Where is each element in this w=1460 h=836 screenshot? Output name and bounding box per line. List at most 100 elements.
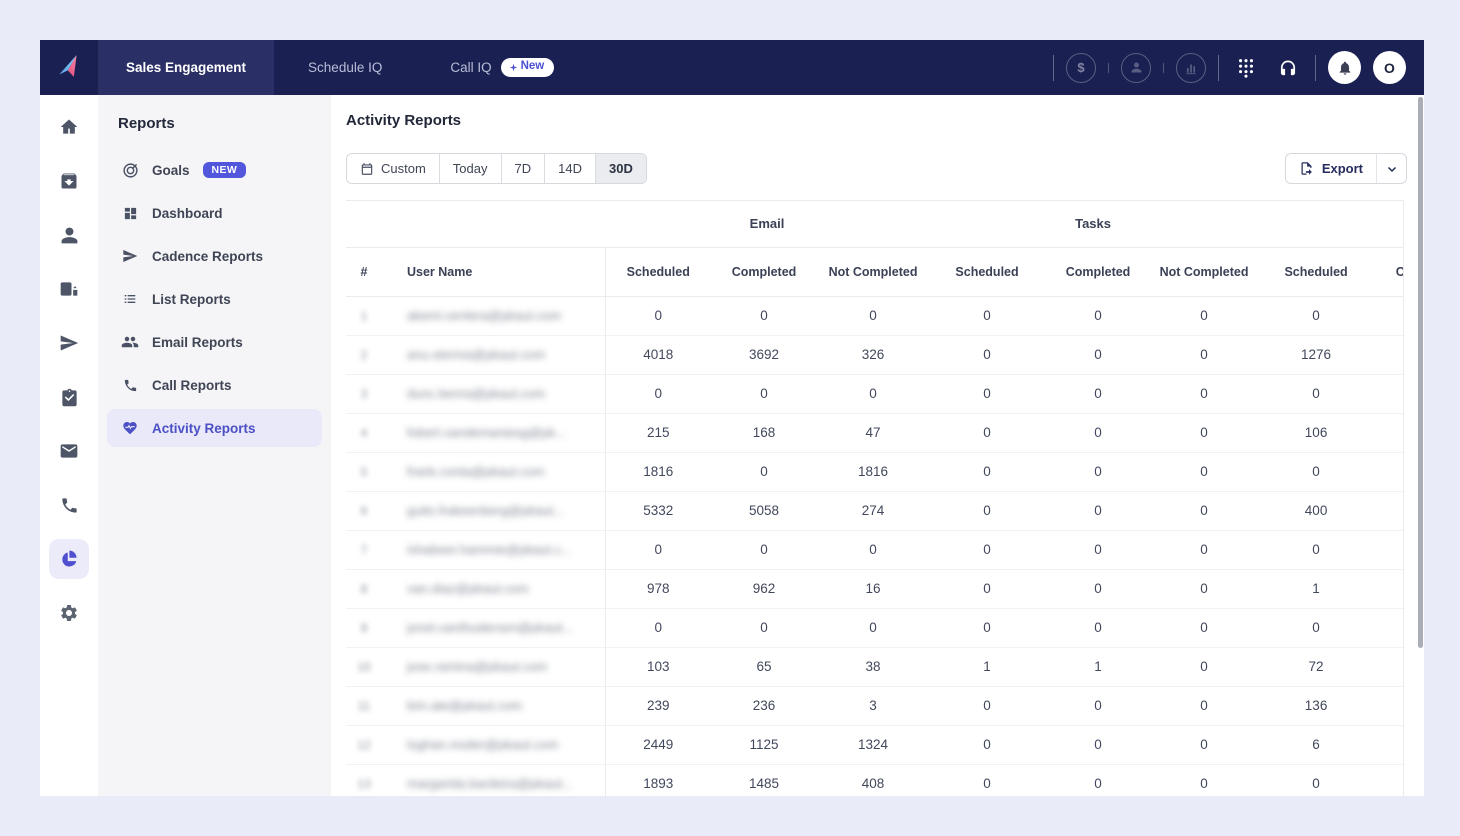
rail-emails-button[interactable] (49, 431, 89, 471)
page-title: Activity Reports (346, 112, 461, 129)
row-number-cell: 11 (346, 686, 382, 725)
filter-14d-button[interactable]: 14D (545, 154, 596, 183)
export-button[interactable]: Export (1286, 154, 1376, 183)
notifications-button[interactable] (1328, 51, 1361, 84)
user-avatar[interactable]: O (1373, 51, 1406, 84)
icon-rail-sidebar (40, 95, 98, 796)
metric-cell: 0 (817, 374, 929, 413)
metric-cell-clipped (1375, 530, 1404, 569)
user-name-cell: frank.conta@pkaut.com (382, 452, 605, 491)
top-navigation-bar: Sales Engagement Schedule IQ Call IQ New… (40, 40, 1424, 95)
user-email-blurred: van.diaz@pkaut.com (407, 581, 529, 596)
product-tab-schedule-iq[interactable]: Schedule IQ (274, 40, 416, 95)
metric-cell: 0 (1257, 452, 1375, 491)
user-email-blurred: loghan.moiler@pkaut.com (407, 737, 558, 752)
vertical-scrollbar[interactable] (1418, 97, 1423, 794)
metric-cell: 65 (711, 647, 817, 686)
rail-contacts-button[interactable] (49, 215, 89, 255)
scrollbar-thumb[interactable] (1418, 97, 1423, 648)
row-number-cell: 12 (346, 725, 382, 764)
profile-icon[interactable] (1121, 53, 1151, 83)
metric-cell: 0 (1045, 491, 1151, 530)
column-header: Completed (1045, 247, 1151, 296)
table-row: 5frank.conta@pkaut.com1816018160000 (346, 452, 1404, 491)
metric-cell: 0 (929, 608, 1045, 647)
row-number-cell: 6 (346, 491, 382, 530)
sidebar-item-call-reports[interactable]: Call Reports (107, 366, 322, 404)
user-email-blurred: akemi.venlera@pkaut.com (407, 308, 561, 323)
rail-cadences-button[interactable] (49, 323, 89, 363)
column-group-tasks: Tasks (929, 201, 1257, 247)
row-number-cell: 7 (346, 530, 382, 569)
date-filter-group: Custom Today 7D 14D 30D (346, 153, 647, 184)
heart-pulse-icon (121, 419, 139, 437)
metric-cell: 0 (711, 530, 817, 569)
sidebar-item-dashboard[interactable]: Dashboard (107, 194, 322, 232)
send-plane-icon (121, 247, 139, 265)
metric-cell: 0 (1151, 335, 1257, 374)
divider (1218, 55, 1219, 81)
sidebar-item-activity-reports[interactable]: Activity Reports (107, 409, 322, 447)
sidebar-item-goals[interactable]: Goals NEW (107, 151, 322, 189)
activity-report-table-container[interactable]: EmailTasks#User NameScheduledCompletedNo… (346, 200, 1404, 796)
row-number-blurred: 3 (361, 387, 368, 401)
row-number-cell: 5 (346, 452, 382, 491)
table-row: 6guito.frakeenberg@pkaut...5332505827400… (346, 491, 1404, 530)
filter-custom-button[interactable]: Custom (347, 154, 440, 183)
column-header: Scheduled (929, 247, 1045, 296)
filter-30d-button[interactable]: 30D (596, 154, 646, 183)
user-email-blurred: fobert.vandemaniesg@pk... (407, 425, 566, 440)
product-tab-call-iq[interactable]: Call IQ New (416, 40, 588, 95)
column-header: Completed (711, 247, 817, 296)
sidebar-item-cadence-reports[interactable]: Cadence Reports (107, 237, 322, 275)
metric-cell: 0 (929, 491, 1045, 530)
table-row: 3dunc.benra@pkaut.com0000000 (346, 374, 1404, 413)
sidebar-item-list-reports[interactable]: List Reports (107, 280, 322, 318)
metric-cell: 1485 (711, 764, 817, 796)
sparkle-icon (509, 63, 518, 72)
rail-tasks-button[interactable] (49, 377, 89, 417)
metric-cell: 0 (711, 452, 817, 491)
metric-cell: 0 (929, 725, 1045, 764)
rail-inbox-button[interactable] (49, 161, 89, 201)
headset-support-icon[interactable] (1273, 53, 1303, 83)
sidebar-item-label: Cadence Reports (152, 249, 263, 264)
rail-accounts-button[interactable] (49, 269, 89, 309)
filter-today-button[interactable]: Today (440, 154, 502, 183)
table-row: 2anu.sterma@pkaut.com401836923260001276 (346, 335, 1404, 374)
metric-cell-clipped (1375, 374, 1404, 413)
user-name-cell: kim.ate@pkaut.com (382, 686, 605, 725)
metric-cell: 0 (1257, 764, 1375, 796)
row-number-cell: 9 (346, 608, 382, 647)
dialpad-icon[interactable] (1231, 53, 1261, 83)
metric-cell: 1276 (1257, 335, 1375, 374)
row-number-cell: 1 (346, 296, 382, 335)
rail-calls-button[interactable] (49, 485, 89, 525)
rail-settings-button[interactable] (49, 593, 89, 633)
user-name-cell: ishabeer.hammie@pkaut.c... (382, 530, 605, 569)
metric-cell: 0 (711, 374, 817, 413)
paper-plane-logo-icon (54, 53, 84, 83)
metric-cell: 0 (1151, 764, 1257, 796)
metric-cell: 0 (817, 530, 929, 569)
filter-7d-button[interactable]: 7D (502, 154, 546, 183)
row-number-blurred: 7 (361, 543, 368, 557)
rail-reports-button[interactable] (49, 539, 89, 579)
user-name-cell: loghan.moiler@pkaut.com (382, 725, 605, 764)
analytics-icon[interactable] (1176, 53, 1206, 83)
rail-home-button[interactable] (49, 107, 89, 147)
metric-cell: 0 (1151, 413, 1257, 452)
phone-icon (121, 376, 139, 394)
metric-cell: 0 (1045, 608, 1151, 647)
metric-cell: 0 (1045, 452, 1151, 491)
app-logo[interactable] (40, 40, 98, 95)
metric-cell: 5058 (711, 491, 817, 530)
export-dropdown-button[interactable] (1376, 154, 1406, 183)
metric-cell-clipped (1375, 491, 1404, 530)
billing-icon[interactable]: $ (1066, 53, 1096, 83)
metric-cell: 0 (1045, 686, 1151, 725)
product-tab-sales-engagement[interactable]: Sales Engagement (98, 40, 274, 95)
account-card-icon (59, 279, 79, 299)
column-header: Scheduled (1257, 247, 1375, 296)
sidebar-item-email-reports[interactable]: Email Reports (107, 323, 322, 361)
